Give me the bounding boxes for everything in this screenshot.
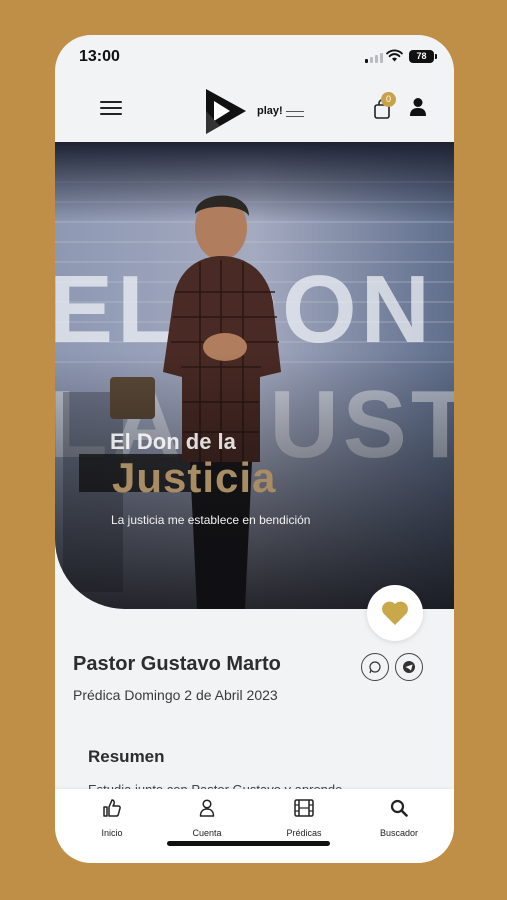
summary-heading: Resumen — [88, 747, 165, 766]
nav-label: Inicio — [101, 828, 123, 838]
nav-cuenta[interactable]: Cuenta — [172, 799, 242, 841]
hamburger-menu-icon[interactable] — [100, 101, 122, 117]
whatsapp-icon — [369, 661, 381, 674]
signal-icon — [365, 53, 383, 63]
sermon-date: Prédica Domingo 2 de Abril 2023 — [73, 687, 278, 703]
play-logo-icon — [206, 89, 246, 134]
logo-text: play! — [257, 105, 283, 117]
telegram-share-button[interactable] — [395, 653, 423, 681]
battery-icon: 78 — [409, 50, 437, 63]
hero-title-line1: El Don de la — [110, 429, 236, 454]
shopping-bag-icon[interactable]: 0 — [373, 92, 396, 119]
logo-tagline — [286, 111, 304, 117]
hero-title-line2: Justicia — [112, 454, 277, 501]
hero-subtitle: La justicia me establece en bendición — [111, 513, 311, 527]
home-indicator[interactable] — [167, 841, 330, 846]
film-icon — [294, 799, 314, 817]
search-icon — [390, 799, 408, 817]
nav-predicas[interactable]: Prédicas — [269, 799, 339, 841]
nav-buscador[interactable]: Buscador — [364, 799, 434, 841]
user-icon[interactable] — [409, 97, 427, 117]
cart-count-badge: 0 — [381, 92, 396, 107]
sermon-hero-image: EL DON DE LA JUSTICIA El Don de la Justi… — [55, 142, 454, 609]
wifi-icon — [386, 49, 403, 62]
app-header: play! 0 — [55, 79, 454, 143]
favorite-button[interactable] — [367, 585, 423, 641]
app-logo[interactable]: play! — [202, 87, 312, 137]
nav-label: Prédicas — [286, 828, 322, 838]
bottom-navigation: Inicio Cuenta Prédicas Buscador — [55, 789, 454, 863]
phone-screen: 13:00 78 play! 0 El Don de la Justicia L… — [55, 35, 454, 863]
status-time: 13:00 — [79, 48, 120, 65]
whatsapp-share-button[interactable] — [361, 653, 389, 681]
heart-icon — [382, 601, 408, 625]
nav-label: Cuenta — [192, 828, 222, 838]
thumbs-up-icon — [103, 799, 121, 817]
user-outline-icon — [199, 799, 215, 817]
telegram-icon — [403, 661, 415, 673]
status-bar: 13:00 78 — [55, 35, 454, 79]
pastor-name: Pastor Gustavo Marto — [73, 653, 281, 675]
nav-label: Buscador — [379, 828, 419, 838]
nav-inicio[interactable]: Inicio — [77, 799, 147, 841]
